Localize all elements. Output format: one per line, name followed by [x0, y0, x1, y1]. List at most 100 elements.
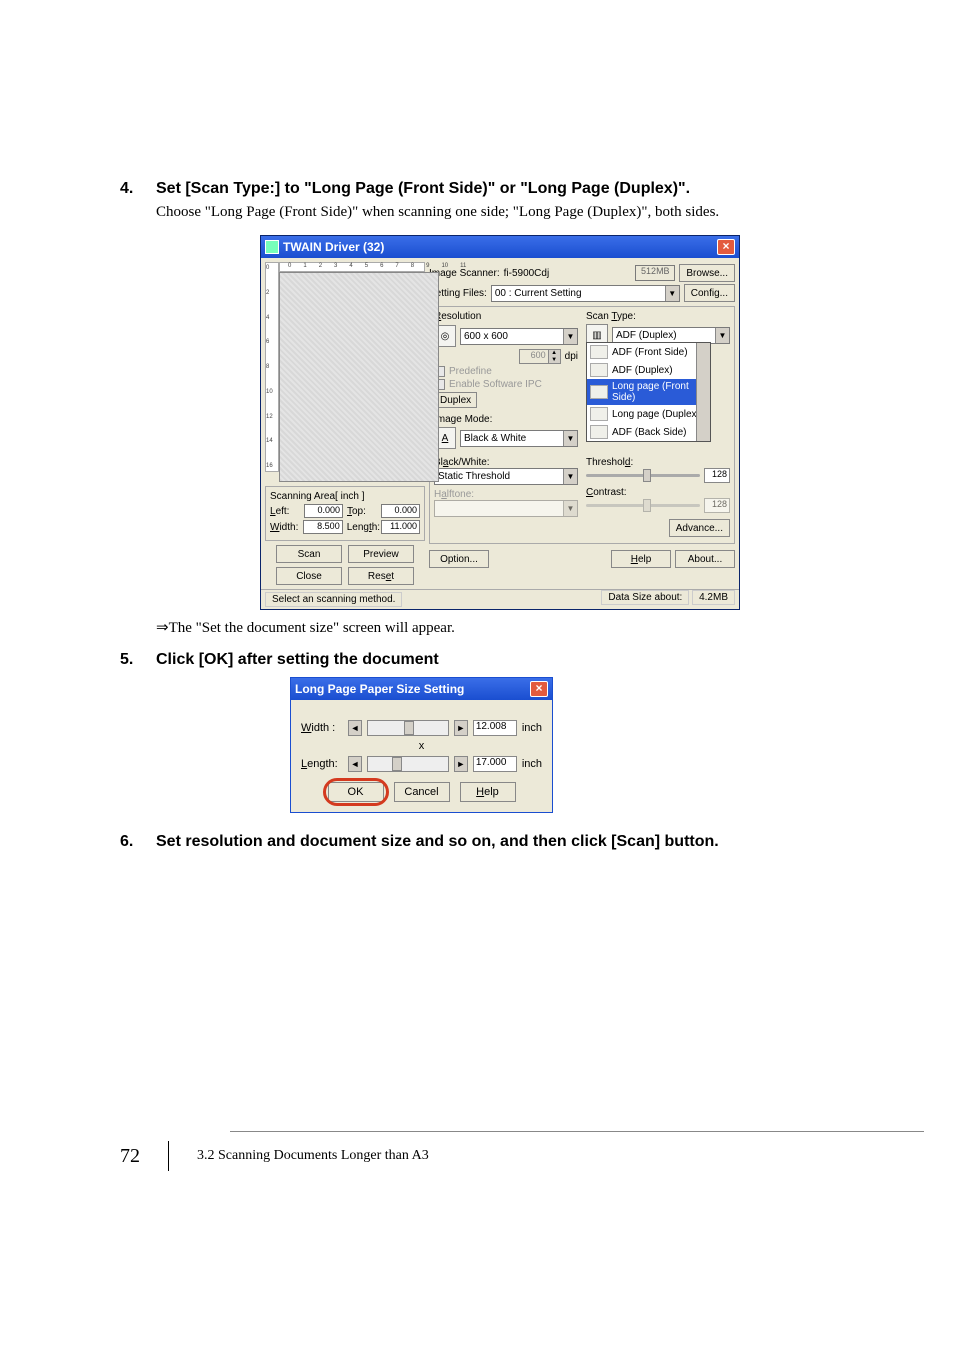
chevron-down-icon: ▼ — [563, 469, 577, 484]
preview-area[interactable] — [279, 272, 439, 482]
ruler-y: 0246810121416 — [265, 262, 279, 472]
scan-type-label: Scan Type: — [586, 311, 730, 322]
option-button[interactable]: Option... — [429, 550, 489, 568]
browse-button[interactable]: Browse... — [679, 264, 735, 282]
left-input[interactable]: 0.000 — [304, 504, 343, 518]
image-mode-label: Image Mode: — [434, 414, 578, 425]
step-number: 5. — [120, 651, 156, 669]
app-icon — [265, 240, 279, 254]
help-button[interactable]: Help — [611, 550, 671, 568]
slider-left-button[interactable]: ◄ — [348, 756, 362, 772]
predefine-label: Predefine — [449, 366, 492, 377]
blackwhite-combo[interactable]: Static Threshold ▼ — [434, 468, 578, 485]
dialog-titlebar: Long Page Paper Size Setting × — [291, 678, 552, 700]
status-text: Select an scanning method. — [265, 592, 402, 607]
page-icon — [590, 363, 608, 377]
titlebar: TWAIN Driver (32) × — [261, 236, 739, 258]
unit-label: inch — [522, 758, 542, 770]
page-icon — [590, 425, 608, 439]
step-title: Set resolution and document size and so … — [156, 833, 719, 851]
top-input[interactable]: 0.000 — [381, 504, 420, 518]
width-slider[interactable] — [367, 720, 449, 736]
cancel-button[interactable]: Cancel — [394, 782, 450, 802]
ipc-label: Enable Software IPC — [449, 379, 542, 390]
section-label: 3.2 Scanning Documents Longer than A3 — [197, 1148, 429, 1164]
dpi-label: dpi — [565, 351, 578, 362]
image-mode-combo[interactable]: Black & White ▼ — [460, 430, 578, 447]
width-label: Width: — [270, 522, 299, 533]
length-label: Length: — [347, 522, 377, 533]
window-title: TWAIN Driver (32) — [283, 240, 384, 254]
length-input[interactable]: 11.000 — [381, 520, 420, 534]
scan-type-option-selected[interactable]: Long page (Front Side) — [587, 379, 710, 405]
unit-label: inch — [522, 722, 542, 734]
resolution-group-label: Resolution — [434, 311, 578, 322]
scan-type-option[interactable]: ADF (Front Side) — [587, 343, 710, 361]
chevron-down-icon: ▼ — [563, 431, 577, 446]
scanning-area-label: Scanning Area[ inch ] — [270, 491, 420, 502]
threshold-slider[interactable]: 128 — [586, 468, 730, 483]
scan-type-combo[interactable]: ADF (Duplex) ▼ — [612, 327, 730, 344]
contrast-slider: 128 — [586, 498, 730, 513]
page-number: 72 — [120, 1145, 140, 1168]
contrast-value: 128 — [704, 498, 730, 513]
slider-right-button[interactable]: ► — [454, 720, 468, 736]
help-button[interactable]: Help — [460, 782, 516, 802]
scrollbar[interactable] — [696, 343, 710, 441]
long-page-dialog: Long Page Paper Size Setting × Width : ◄… — [290, 677, 553, 813]
step-title: Set [Scan Type:] to "Long Page (Front Si… — [156, 180, 690, 198]
chevron-down-icon: ▼ — [563, 329, 577, 344]
step-number: 6. — [120, 833, 156, 851]
status-size-label: Data Size about: — [601, 590, 689, 605]
slider-left-button[interactable]: ◄ — [348, 720, 362, 736]
scan-button[interactable]: Scan — [276, 545, 342, 563]
halftone-combo: ▼ — [434, 500, 578, 517]
scan-type-dropdown: ADF (Front Side) ADF (Duplex) Long page … — [586, 342, 711, 442]
length-label: Length: — [301, 758, 343, 770]
dpi-spinner[interactable]: 600 ▲▼ — [519, 349, 561, 364]
threshold-value: 128 — [704, 468, 730, 483]
width-label: Width : — [301, 722, 343, 734]
preview-button[interactable]: Preview — [348, 545, 414, 563]
length-slider[interactable] — [367, 756, 449, 772]
twain-window: TWAIN Driver (32) × 01234567891011 02468… — [260, 235, 740, 610]
scan-type-option[interactable]: ADF (Duplex) — [587, 361, 710, 379]
close-icon[interactable]: × — [717, 239, 735, 255]
width-value[interactable]: 12.008 — [473, 720, 517, 736]
page-icon — [590, 407, 608, 421]
close-button[interactable]: Close — [276, 567, 342, 585]
close-icon[interactable]: × — [530, 681, 548, 697]
page-footer: 72 3.2 Scanning Documents Longer than A3 — [120, 1131, 864, 1171]
ok-button[interactable]: OK — [328, 782, 384, 802]
resolution-combo[interactable]: 600 x 600 ▼ — [460, 328, 578, 345]
threshold-label: Threshold: — [586, 457, 730, 468]
halftone-label: Halftone: — [434, 489, 578, 500]
about-button[interactable]: About... — [675, 550, 735, 568]
image-scanner-value: fi-5900Cdj — [504, 268, 550, 279]
width-input[interactable]: 8.500 — [303, 520, 342, 534]
advance-button[interactable]: Advance... — [669, 519, 730, 537]
page-icon — [590, 345, 608, 359]
step-body: Choose "Long Page (Front Side)" when sca… — [156, 204, 864, 221]
scanning-area-group: Scanning Area[ inch ] Left: 0.000 Top: 0… — [265, 486, 425, 541]
dialog-title: Long Page Paper Size Setting — [295, 682, 464, 696]
top-label: Top: — [347, 506, 377, 517]
ruler-x: 01234567891011 — [279, 262, 425, 272]
length-value[interactable]: 17.000 — [473, 756, 517, 772]
scan-type-option[interactable]: Long page (Duplex) — [587, 405, 710, 423]
slider-right-button[interactable]: ► — [454, 756, 468, 772]
footer-separator — [168, 1141, 169, 1171]
contrast-label: Contrast: — [586, 487, 730, 498]
page-icon — [590, 385, 608, 399]
chevron-down-icon: ▼ — [715, 328, 729, 343]
scan-type-option[interactable]: ADF (Back Side) — [587, 423, 710, 441]
duplex-button[interactable]: Duplex — [434, 392, 477, 408]
reset-button[interactable]: Reset — [348, 567, 414, 585]
x-separator: x — [301, 740, 542, 752]
config-button[interactable]: Config... — [684, 284, 735, 302]
chevron-down-icon: ▼ — [665, 286, 679, 301]
setting-files-combo[interactable]: 00 : Current Setting ▼ — [491, 285, 680, 302]
result-arrow: ⇒The "Set the document size" screen will… — [156, 618, 864, 637]
left-label: Left: — [270, 506, 300, 517]
memory-display: 512MB — [635, 265, 675, 281]
